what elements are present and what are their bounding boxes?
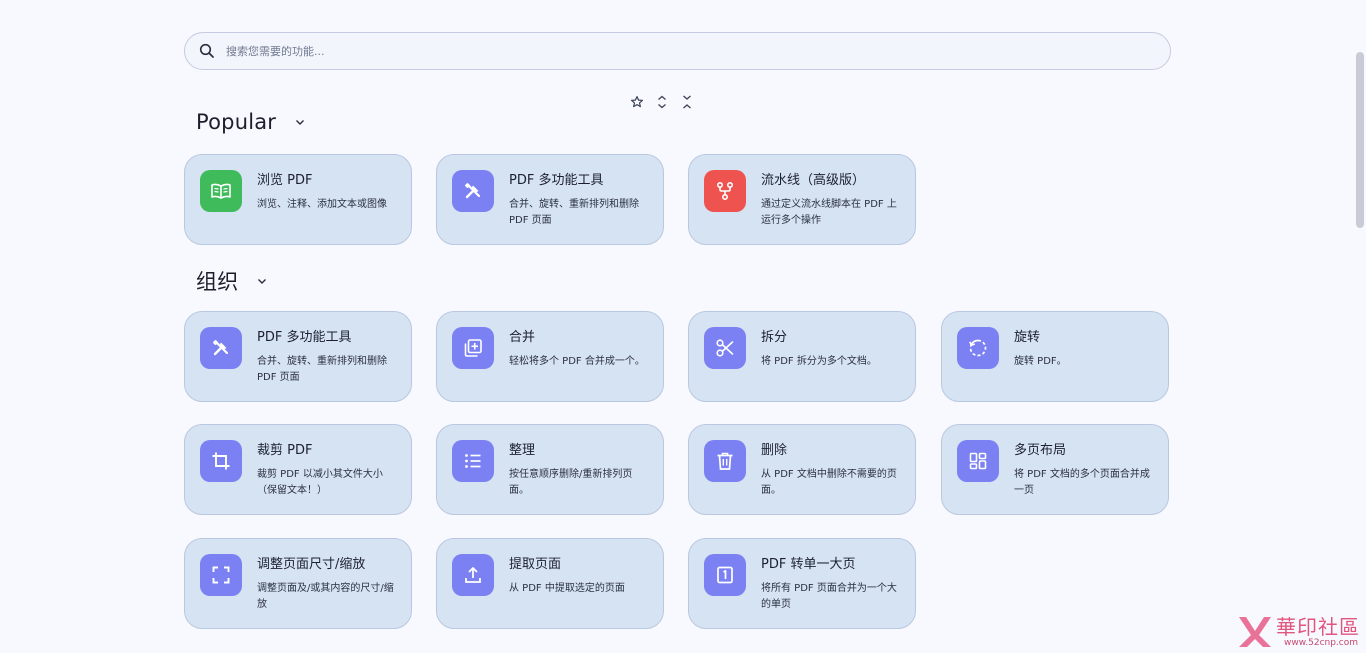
- merge-icon: [452, 327, 494, 369]
- tool-card-organize[interactable]: 整理 按任意顺序删除/重新排列页面。: [436, 424, 664, 515]
- watermark-url: www.52cnp.com: [1284, 638, 1359, 648]
- card-description: 从 PDF 中提取选定的页面: [509, 583, 625, 594]
- pipeline-icon: [704, 170, 746, 212]
- card-title: 浏览 PDF: [257, 173, 313, 188]
- card-description: 裁剪 PDF 以减小其文件大小（保留文本！）: [257, 469, 383, 496]
- upload-icon: [452, 554, 494, 596]
- trash-icon: [704, 440, 746, 482]
- card-title: PDF 多功能工具: [509, 173, 604, 188]
- expand-all-icon[interactable]: [655, 94, 669, 110]
- tool-card-pipeline[interactable]: 流水线（高级版） 通过定义流水线脚本在 PDF 上运行多个操作: [688, 154, 916, 245]
- card-title: 旋转: [1014, 330, 1041, 345]
- book-open-icon: [200, 170, 242, 212]
- section-title: Popular: [196, 110, 277, 134]
- card-title: PDF 多功能工具: [257, 330, 352, 345]
- tool-card-merge[interactable]: 合并 轻松将多个 PDF 合并成一个。: [436, 311, 664, 402]
- grid-layout-icon: [957, 440, 999, 482]
- collapse-all-icon[interactable]: [680, 94, 694, 110]
- card-description: 浏览、注释、添加文本或图像: [257, 199, 387, 210]
- tool-card-multi-tool[interactable]: PDF 多功能工具 合并、旋转、重新排列和删除 PDF 页面: [436, 154, 664, 245]
- card-description: 按任意顺序删除/重新排列页面。: [509, 469, 633, 496]
- watermark-title: 華印社區: [1276, 615, 1360, 639]
- crop-icon: [200, 440, 242, 482]
- card-description: 将 PDF 拆分为多个文档。: [761, 356, 877, 367]
- search-icon: [198, 42, 216, 60]
- card-description: 将 PDF 文档的多个页面合并成一页: [1014, 469, 1150, 496]
- section-header-organize[interactable]: 组织: [196, 266, 270, 296]
- card-title: 删除: [761, 443, 788, 458]
- chevron-down-icon[interactable]: [294, 115, 308, 129]
- tool-card-view-pdf[interactable]: 浏览 PDF 浏览、注释、添加文本或图像: [184, 154, 412, 245]
- card-title: 裁剪 PDF: [257, 443, 313, 458]
- card-title: 整理: [509, 443, 536, 458]
- card-title: 调整页面尺寸/缩放: [257, 557, 366, 572]
- fullscreen-icon: [200, 554, 242, 596]
- tool-card-multi-tool[interactable]: PDF 多功能工具 合并、旋转、重新排列和删除 PDF 页面: [184, 311, 412, 402]
- card-description: 从 PDF 文档中删除不需要的页面。: [761, 469, 897, 496]
- card-title: 合并: [509, 330, 536, 345]
- card-description: 旋转 PDF。: [1014, 356, 1067, 367]
- card-description: 合并、旋转、重新排列和删除 PDF 页面: [509, 199, 639, 226]
- section-title: 组织: [196, 270, 239, 294]
- chevron-down-icon[interactable]: [256, 274, 270, 288]
- tool-card-crop[interactable]: 裁剪 PDF 裁剪 PDF 以减小其文件大小（保留文本！）: [184, 424, 412, 515]
- tool-card-rotate[interactable]: 旋转 旋转 PDF。: [941, 311, 1169, 402]
- card-title: PDF 转单一大页: [761, 557, 856, 572]
- watermark-logo: 華印社區 www.52cnp.com: [1234, 611, 1362, 651]
- tools-icon: [200, 327, 242, 369]
- card-description: 合并、旋转、重新排列和删除 PDF 页面: [257, 356, 387, 383]
- card-description: 将所有 PDF 页面合并为一个大的单页: [761, 583, 897, 610]
- card-title: 流水线（高级版）: [761, 173, 866, 188]
- tool-card-split[interactable]: 拆分 将 PDF 拆分为多个文档。: [688, 311, 916, 402]
- section-header-popular[interactable]: Popular: [196, 110, 308, 134]
- card-title: 拆分: [761, 330, 788, 345]
- search-bar[interactable]: [184, 32, 1171, 70]
- view-controls: [630, 94, 694, 110]
- card-description: 轻松将多个 PDF 合并成一个。: [509, 356, 645, 367]
- single-page-icon: [704, 554, 746, 596]
- tools-icon: [452, 170, 494, 212]
- rotate-icon: [957, 327, 999, 369]
- scissors-icon: [704, 327, 746, 369]
- card-description: 调整页面及/或其内容的尺寸/缩放: [257, 583, 394, 610]
- vertical-scrollbar[interactable]: [1356, 52, 1364, 228]
- tool-card-delete[interactable]: 删除 从 PDF 文档中删除不需要的页面。: [688, 424, 916, 515]
- search-input[interactable]: [226, 33, 1170, 69]
- tool-card-single-large-page[interactable]: PDF 转单一大页 将所有 PDF 页面合并为一个大的单页: [688, 538, 916, 629]
- list-icon: [452, 440, 494, 482]
- tool-card-multi-page-layout[interactable]: 多页布局 将 PDF 文档的多个页面合并成一页: [941, 424, 1169, 515]
- card-title: 多页布局: [1014, 443, 1067, 458]
- app-page: Popular 浏览 PDF 浏览、注释、添加文本或图像 PDF 多功能工具 合…: [0, 0, 1366, 653]
- tool-card-extract-pages[interactable]: 提取页面 从 PDF 中提取选定的页面: [436, 538, 664, 629]
- card-description: 通过定义流水线脚本在 PDF 上运行多个操作: [761, 199, 897, 226]
- star-outline-icon[interactable]: [630, 94, 644, 110]
- card-title: 提取页面: [509, 557, 562, 572]
- tool-card-scale-pages[interactable]: 调整页面尺寸/缩放 调整页面及/或其内容的尺寸/缩放: [184, 538, 412, 629]
